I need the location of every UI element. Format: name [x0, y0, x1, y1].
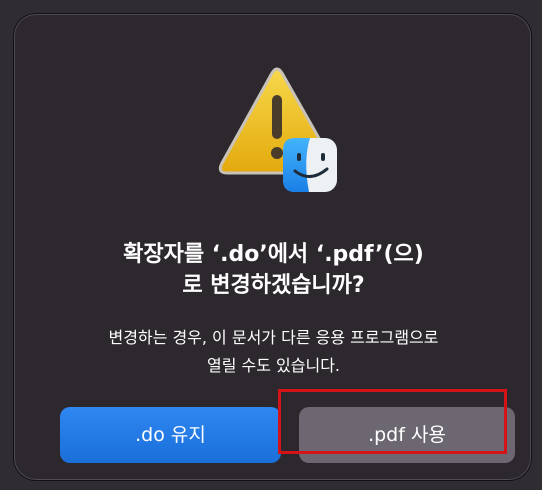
warning-icon: [215, 65, 355, 205]
dialog-title-line-1: 확장자를 ‘.do’에서 ‘.pdf’(으): [123, 242, 424, 267]
finder-badge-icon: [283, 138, 337, 192]
keep-do-button[interactable]: .do 유지: [60, 407, 281, 463]
dialog-title-line-2: 로 변경하겠습니까?: [182, 273, 365, 298]
dialog-title: 확장자를 ‘.do’에서 ‘.pdf’(으) 로 변경하겠습니까?: [35, 239, 512, 301]
dialog-message-line-1: 변경하는 경우, 이 문서가 다른 응용 프로그램으로: [108, 328, 439, 347]
use-pdf-highlight-box: [278, 389, 507, 454]
dialog-message-line-2: 열릴 수도 있습니다.: [206, 356, 341, 375]
dialog-message: 변경하는 경우, 이 문서가 다른 응용 프로그램으로 열릴 수도 있습니다.: [35, 324, 512, 380]
